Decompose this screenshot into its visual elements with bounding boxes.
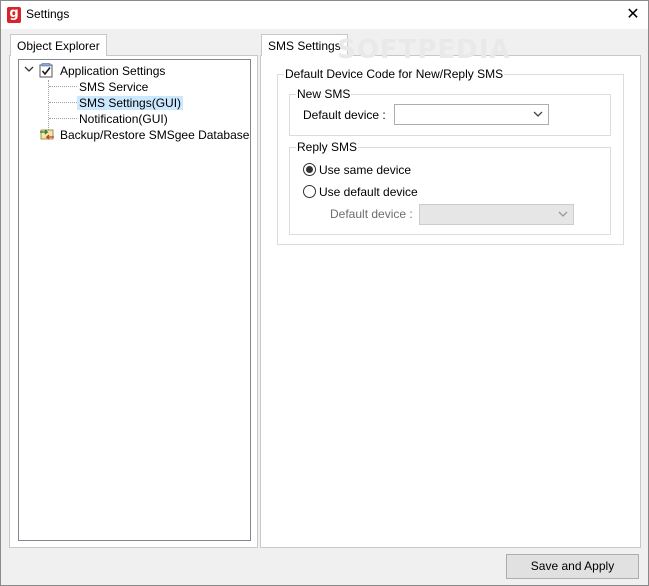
tree-connector: [49, 86, 77, 87]
tab-object-explorer[interactable]: Object Explorer: [10, 34, 107, 56]
tree-item-application-settings[interactable]: Application Settings: [60, 63, 165, 79]
new-sms-group: New SMS Default device :: [289, 87, 611, 136]
chevron-down-icon: [558, 211, 568, 217]
tree-item-label: Application Settings: [60, 64, 166, 78]
group-label: Default Device Code for New/Reply SMS: [284, 67, 505, 81]
backup-restore-icon: [40, 129, 54, 140]
group-label: Reply SMS: [296, 140, 359, 154]
new-sms-device-select[interactable]: [394, 104, 549, 125]
title-bar: g Settings ✕: [1, 1, 648, 29]
default-device-code-group: Default Device Code for New/Reply SMS Ne…: [277, 67, 624, 245]
use-same-device-label[interactable]: Use same device: [319, 163, 411, 177]
use-default-device-radio[interactable]: [303, 185, 316, 198]
reply-sms-device-select[interactable]: [419, 204, 574, 225]
tree-connector: [49, 118, 77, 119]
checkbox-settings-icon: [39, 63, 53, 78]
reply-default-device-label: Default device :: [330, 207, 413, 221]
tree-item-label: Notification(GUI): [79, 112, 168, 126]
object-tree[interactable]: Application Settings SMS Service SMS Set…: [18, 59, 251, 541]
save-and-apply-button[interactable]: Save and Apply: [506, 554, 639, 579]
window-title: Settings: [26, 7, 70, 21]
tree-item-backup-restore[interactable]: Backup/Restore SMSgee Database: [60, 127, 249, 143]
tree-item-sms-settings-gui[interactable]: SMS Settings(GUI): [77, 95, 184, 111]
reply-sms-group: Reply SMS Use same device Use default de…: [289, 140, 611, 235]
watermark: SOFTPEDIA: [337, 35, 511, 65]
close-button[interactable]: ✕: [618, 1, 648, 29]
radio-selected-dot: [306, 166, 313, 173]
tree-item-label: SMS Settings(GUI): [77, 96, 184, 110]
settings-window: g Settings ✕ Object Explorer Application…: [0, 0, 649, 586]
group-label: New SMS: [296, 87, 352, 101]
tree-item-label: SMS Service: [79, 80, 149, 94]
tree-item-sms-service[interactable]: SMS Service: [79, 79, 148, 95]
tab-sms-settings[interactable]: SMS Settings: [261, 34, 348, 56]
chevron-down-icon[interactable]: [24, 64, 34, 74]
chevron-down-icon: [533, 111, 543, 117]
tree-item-notification-gui[interactable]: Notification(GUI): [79, 111, 168, 127]
tree-connector: [49, 102, 77, 103]
default-device-label: Default device :: [303, 108, 386, 122]
app-icon: g: [7, 7, 21, 23]
tree-item-label: Backup/Restore SMSgee Database: [60, 128, 250, 142]
use-same-device-radio[interactable]: [303, 163, 316, 176]
use-default-device-label[interactable]: Use default device: [319, 185, 418, 199]
